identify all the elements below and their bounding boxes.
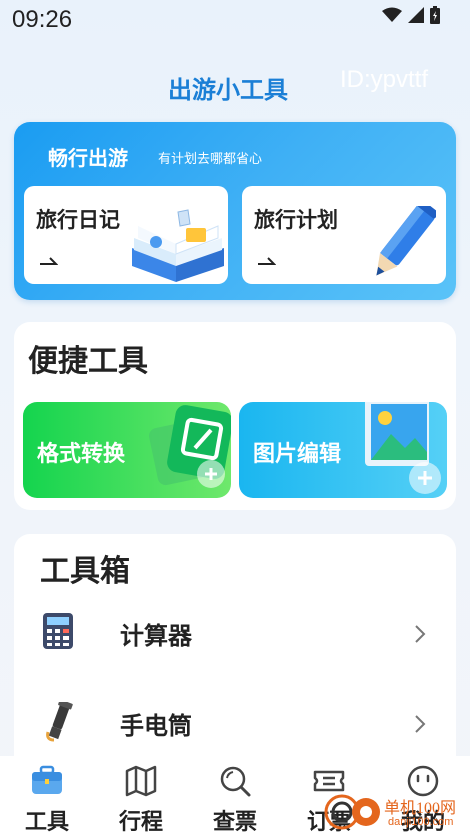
format-convert-tile[interactable]: 格式转换 — [23, 402, 231, 498]
search-icon — [220, 766, 251, 797]
image-edit-icon — [365, 402, 441, 494]
open-book-icon — [132, 209, 224, 282]
image-edit-label: 图片编辑 — [253, 442, 342, 467]
travel-diary-card[interactable]: 旅行日记 — [24, 186, 228, 284]
watermark-text: 单机100网 — [384, 800, 457, 817]
battery-icon — [430, 6, 440, 24]
flashlight-label: 手电筒 — [120, 712, 192, 740]
status-time: 09:26 — [12, 6, 73, 33]
nav-search-tickets[interactable]: 查票 — [190, 756, 280, 836]
status-icons — [382, 6, 440, 24]
nav-tools[interactable]: 工具 — [2, 756, 92, 836]
nav-itinerary[interactable]: 行程 — [96, 756, 186, 836]
app-title: 出游小工具 — [168, 76, 288, 104]
quick-tools-title: 便捷工具 — [28, 344, 148, 379]
quick-tools-card: 便捷工具 格式转换 图片编辑 — [14, 322, 456, 510]
flashlight-icon — [46, 702, 73, 742]
calculator-label: 计算器 — [120, 622, 192, 650]
watermark-url: danji100.com — [388, 816, 454, 828]
calculator-icon — [43, 613, 73, 649]
image-edit-tile[interactable]: 图片编辑 — [239, 402, 447, 498]
chevron-right-icon — [415, 625, 426, 643]
travel-plan-label: 旅行计划 — [254, 208, 338, 232]
calculator-item[interactable]: 计算器 — [14, 594, 456, 674]
travel-subtitle: 有计划去哪都省心 — [158, 152, 263, 167]
format-convert-label: 格式转换 — [37, 442, 126, 467]
status-bar: 09:26 — [0, 0, 470, 40]
map-icon — [125, 765, 157, 797]
arrow-right-icon — [258, 257, 276, 265]
arrow-right-icon — [40, 257, 58, 265]
wifi-icon — [382, 7, 402, 22]
nav-itinerary-label: 行程 — [118, 810, 163, 835]
toolbox-title: 工具箱 — [40, 554, 130, 589]
toolbox-icon — [32, 765, 62, 794]
user-id: ID:ypvttf — [340, 66, 429, 93]
nav-tools-label: 工具 — [24, 810, 69, 835]
pencil-icon — [376, 206, 436, 276]
watermark: 单机100网 danji100.com — [318, 790, 468, 834]
travel-plan-card[interactable]: 旅行计划 — [242, 186, 446, 284]
signal-icon — [408, 7, 424, 23]
format-convert-icon — [149, 405, 231, 488]
chevron-right-icon — [415, 715, 426, 733]
flashlight-item[interactable]: 手电筒 — [14, 684, 456, 764]
nav-search-tickets-label: 查票 — [212, 810, 257, 835]
travel-diary-label: 旅行日记 — [36, 208, 120, 232]
travel-card: 畅行出游 有计划去哪都省心 旅行日记 旅行计划 — [14, 122, 456, 300]
watermark-logo-icon — [324, 794, 380, 830]
toolbox-card: 工具箱 计算器 手电筒 — [14, 534, 456, 774]
travel-title: 畅行出游 — [48, 146, 128, 170]
